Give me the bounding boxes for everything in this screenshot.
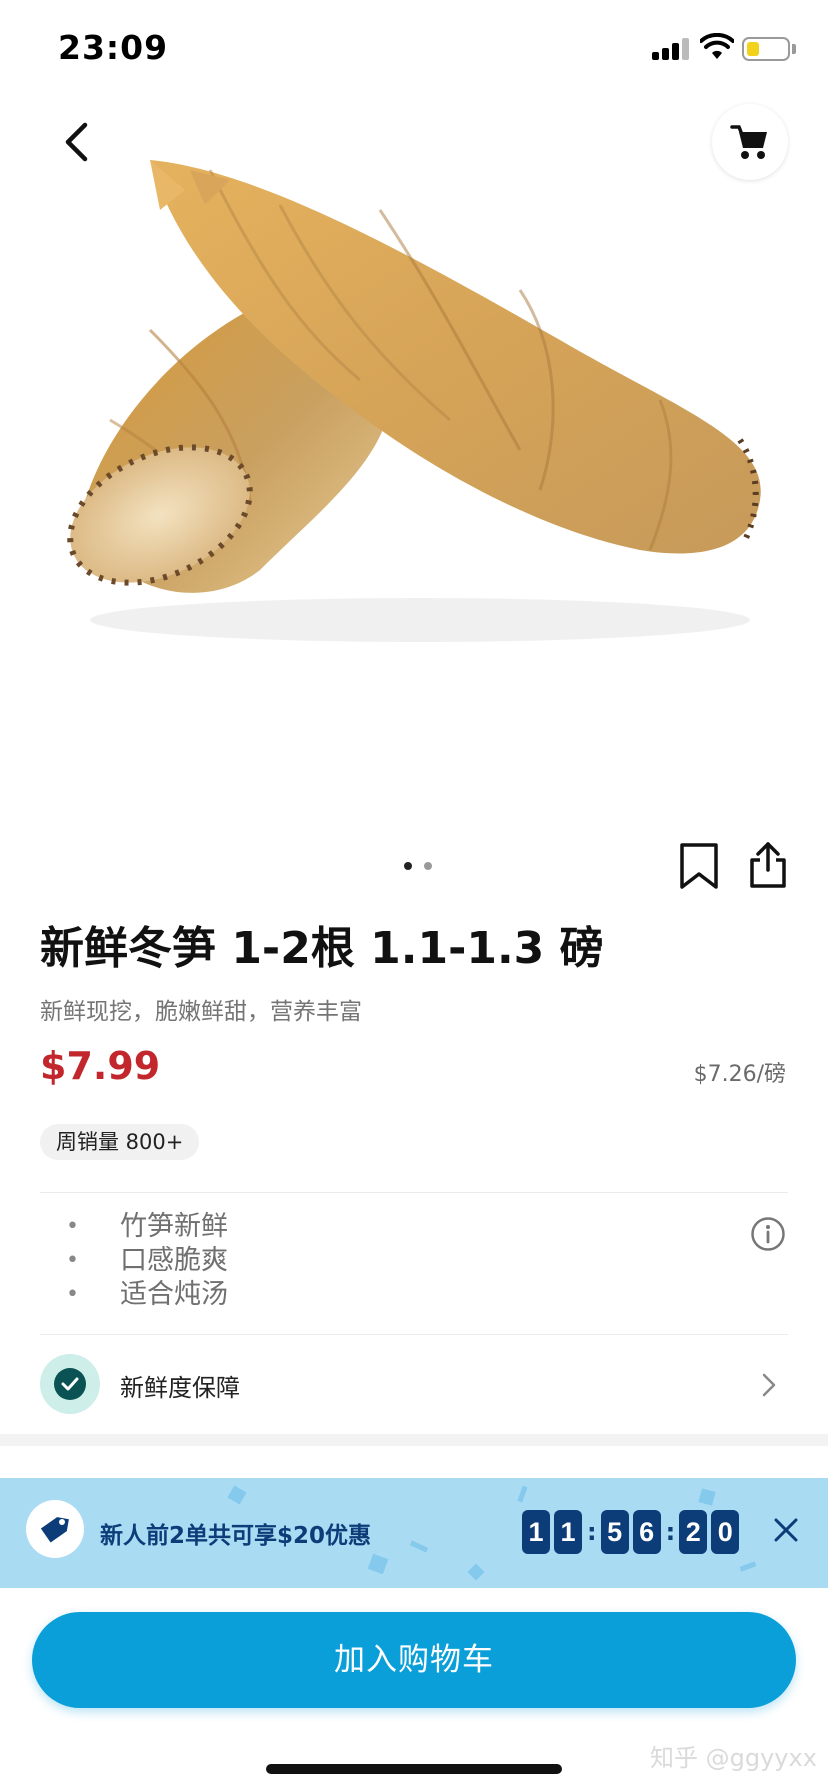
carousel-dot-active[interactable] — [404, 862, 412, 870]
battery-icon — [742, 37, 790, 61]
status-bar: 23:09 — [0, 0, 828, 100]
bookmark-icon[interactable] — [676, 842, 722, 890]
feature-item: • 适合炖汤 — [66, 1279, 228, 1310]
sales-badge: 周销量 800+ — [40, 1124, 200, 1160]
unit-price: $7.26/磅 — [693, 1062, 786, 1087]
product-image[interactable] — [0, 150, 828, 710]
product-title: 新鲜冬笋 1-2根 1.1-1.3 磅 — [40, 923, 604, 974]
countdown-digit: 1 — [522, 1510, 550, 1554]
signal-icon — [652, 38, 690, 60]
countdown-digit: 0 — [711, 1510, 740, 1554]
divider — [40, 1192, 788, 1193]
wifi-icon — [700, 33, 734, 59]
section-divider — [0, 1434, 828, 1446]
check-icon — [61, 1377, 79, 1391]
freshness-guarantee-row[interactable]: 新鲜度保障 — [40, 1354, 788, 1416]
feature-item: • 竹笋新鲜 — [66, 1211, 228, 1242]
promo-text: 新人前2单共可享$20优惠 — [100, 1523, 372, 1549]
countdown-digit: 2 — [679, 1510, 708, 1554]
new-user-promo-banner[interactable]: 新人前2单共可享$20优惠 1 1 : 5 6 : 2 0 — [0, 1478, 828, 1588]
countdown-digit: 1 — [554, 1510, 582, 1554]
carousel-dot[interactable] — [424, 862, 432, 870]
countdown-timer: 1 1 : 5 6 : 2 0 — [522, 1510, 743, 1554]
guarantee-label: 新鲜度保障 — [120, 1374, 240, 1402]
countdown-digit: 6 — [632, 1510, 661, 1554]
share-icon[interactable] — [746, 840, 790, 890]
home-indicator[interactable] — [266, 1764, 562, 1774]
product-subtitle: 新鲜现挖，脆嫩鲜甜，营养丰富 — [40, 999, 362, 1025]
image-carousel-dots[interactable] — [404, 862, 432, 870]
feature-item: • 口感脆爽 — [66, 1245, 228, 1276]
watermark: 知乎 @ggyyxx — [650, 1744, 817, 1772]
feature-list: • 竹笋新鲜 • 口感脆爽 • 适合炖汤 — [40, 1210, 788, 1312]
status-time: 23:09 — [58, 28, 169, 67]
guarantee-badge — [40, 1354, 100, 1414]
close-icon[interactable] — [770, 1514, 802, 1546]
add-to-cart-button[interactable]: 加入购物车 — [32, 1612, 796, 1708]
price-tag-icon — [26, 1500, 84, 1558]
countdown-digit: 5 — [600, 1510, 629, 1554]
info-icon[interactable] — [750, 1216, 786, 1252]
chevron-right-icon — [762, 1373, 776, 1397]
product-price: $7.99 — [40, 1044, 161, 1088]
divider — [40, 1334, 788, 1335]
